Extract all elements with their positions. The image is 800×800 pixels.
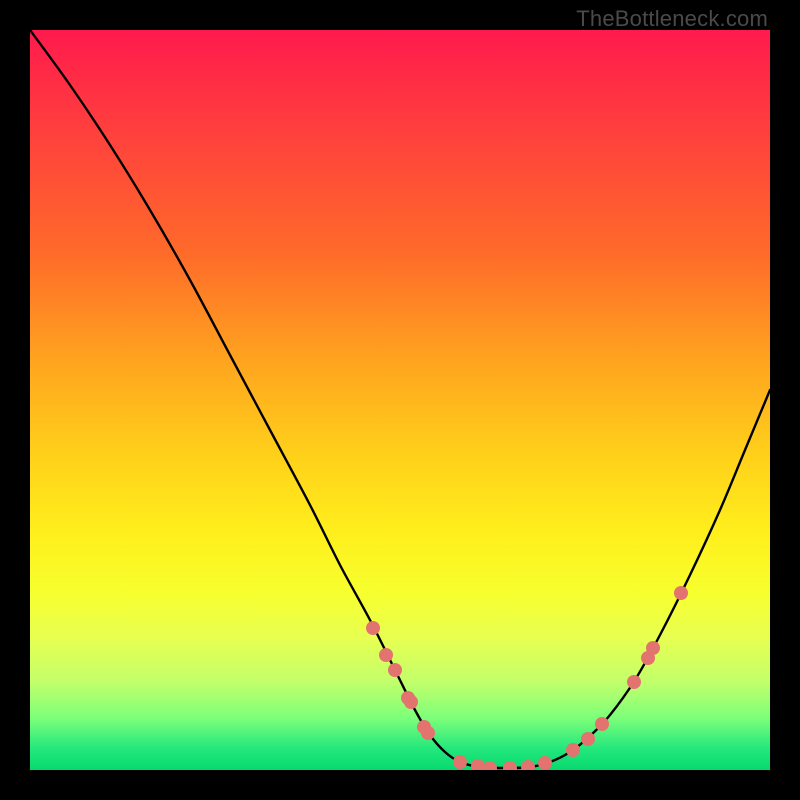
data-point xyxy=(646,641,660,655)
data-point xyxy=(379,648,393,662)
data-point xyxy=(595,717,609,731)
data-point xyxy=(453,755,467,769)
watermark-text: TheBottleneck.com xyxy=(576,6,768,32)
data-point xyxy=(581,732,595,746)
plot-area xyxy=(30,30,770,770)
data-point xyxy=(388,663,402,677)
data-point xyxy=(627,675,641,689)
data-point xyxy=(421,726,435,740)
chart-svg xyxy=(30,30,770,770)
data-point xyxy=(538,756,552,770)
data-point-markers xyxy=(366,586,688,770)
data-point xyxy=(674,586,688,600)
data-point xyxy=(503,761,517,770)
data-point xyxy=(471,759,485,770)
data-point xyxy=(366,621,380,635)
data-point xyxy=(566,743,580,757)
data-point xyxy=(483,761,497,770)
chart-frame: TheBottleneck.com xyxy=(0,0,800,800)
data-point xyxy=(521,760,535,770)
bottleneck-curve xyxy=(30,30,770,768)
data-point xyxy=(404,695,418,709)
